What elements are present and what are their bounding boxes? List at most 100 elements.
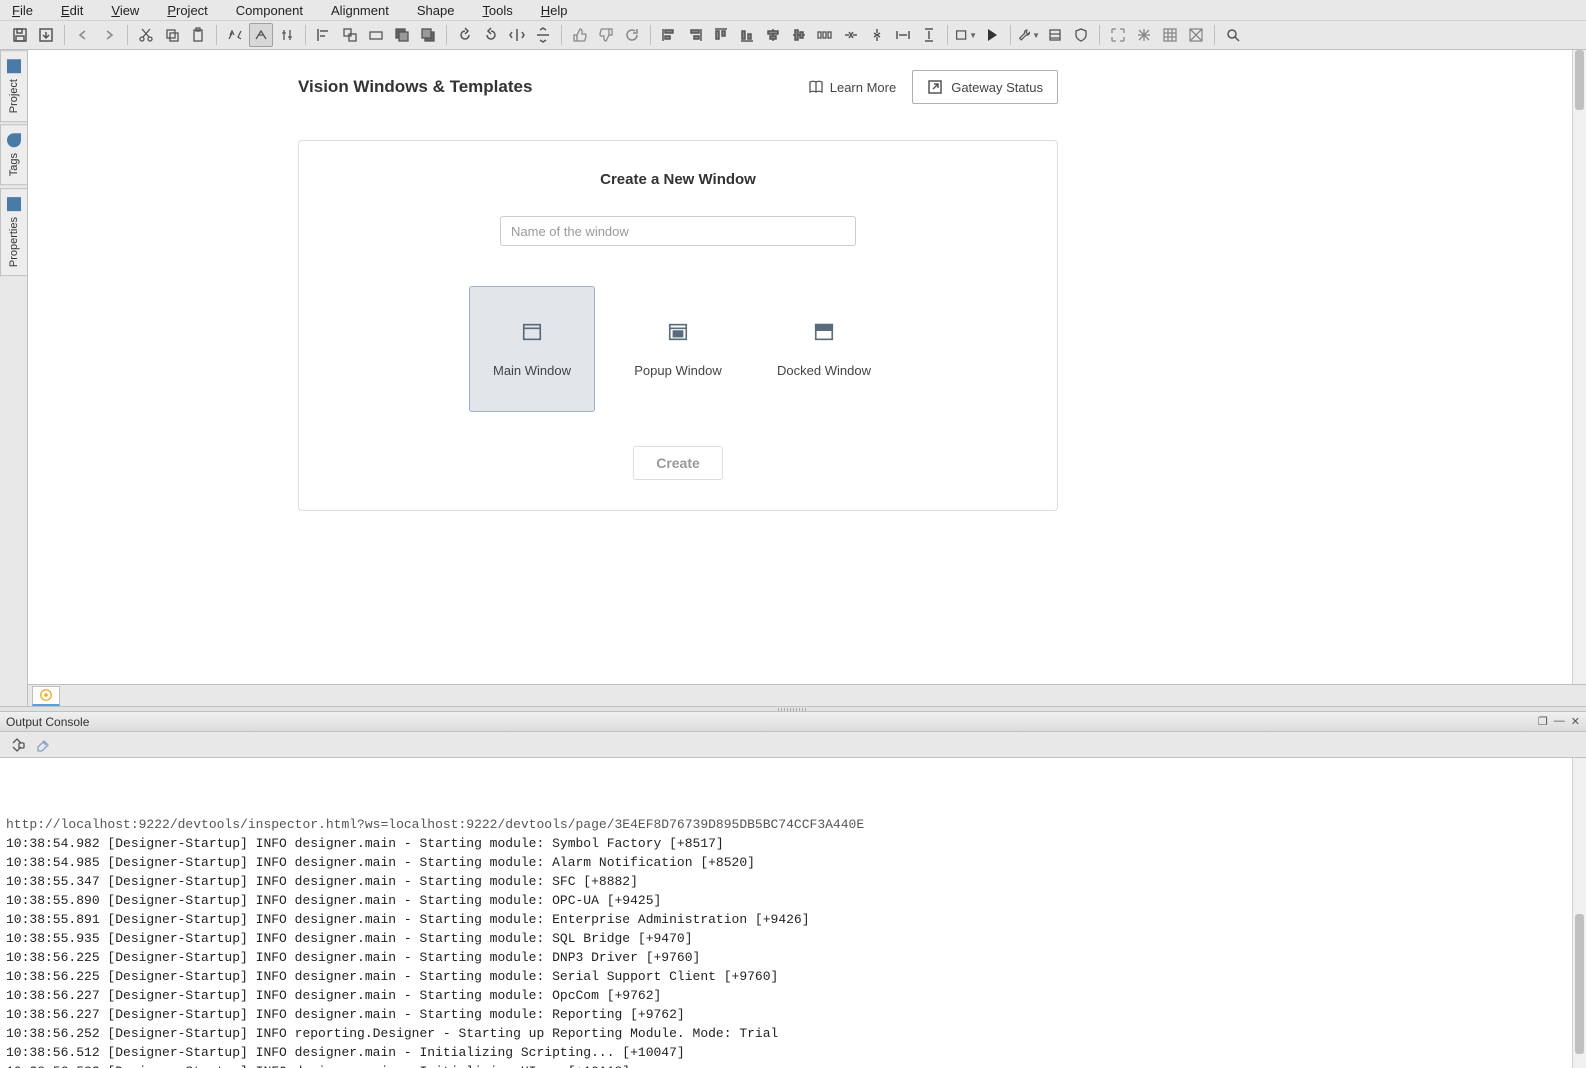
external-link-icon <box>927 79 943 95</box>
toolbar: ▼ ▼ <box>0 20 1586 50</box>
sidebar-tab-properties[interactable]: Properties <box>0 188 27 276</box>
align-right-edge-icon[interactable] <box>683 23 707 47</box>
save-icon[interactable] <box>8 23 32 47</box>
align-left-edge-icon[interactable] <box>657 23 681 47</box>
create-button[interactable]: Create <box>633 446 723 480</box>
card-title: Create a New Window <box>329 171 1027 188</box>
console-minimize-icon[interactable]: — <box>1554 715 1565 728</box>
window-type-main[interactable]: Main Window <box>469 286 595 412</box>
play-icon[interactable] <box>980 23 1004 47</box>
menu-view[interactable]: View <box>111 3 139 18</box>
workspace-tab-bar <box>28 684 1586 706</box>
shield-icon[interactable] <box>1069 23 1093 47</box>
db-icon[interactable] <box>1043 23 1067 47</box>
shape-dropdown[interactable]: ▼ <box>954 23 978 47</box>
sidebar-tab-tags[interactable]: Tags <box>0 124 27 185</box>
workspace-tab-home[interactable] <box>32 686 60 706</box>
window-type-docked[interactable]: Docked Window <box>761 286 887 412</box>
comm-mode-icon[interactable] <box>275 23 299 47</box>
menu-edit[interactable]: Edit <box>61 3 83 18</box>
group-icon[interactable] <box>338 23 362 47</box>
console-restore-icon[interactable]: ❐ <box>1538 715 1548 728</box>
menu-component[interactable]: Component <box>236 3 303 18</box>
ignition-logo-icon <box>39 688 53 702</box>
tool-dropdown[interactable]: ▼ <box>1017 23 1041 47</box>
console-line: 10:38:56.227 [Designer-Startup] INFO des… <box>6 1005 1580 1024</box>
menu-help[interactable]: Help <box>541 3 568 18</box>
create-window-card: Create a New Window Main Window Popup Wi… <box>298 140 1058 511</box>
menu-project[interactable]: Project <box>167 3 207 18</box>
zoom-icon[interactable] <box>1221 23 1245 47</box>
distribute-h-icon[interactable] <box>813 23 837 47</box>
popup-window-icon <box>667 321 689 343</box>
flip-h-icon[interactable] <box>505 23 529 47</box>
copy-icon[interactable] <box>160 23 184 47</box>
rotate-right-icon[interactable] <box>479 23 503 47</box>
center-h-icon[interactable] <box>839 23 863 47</box>
toolbar-separator <box>446 25 447 45</box>
page-title: Vision Windows & Templates <box>298 77 532 97</box>
align-center-v-icon[interactable] <box>787 23 811 47</box>
window-type-popup[interactable]: Popup Window <box>615 286 741 412</box>
stack-back-icon[interactable] <box>416 23 440 47</box>
learn-more-link[interactable]: Learn More <box>808 79 896 95</box>
same-height-icon[interactable] <box>917 23 941 47</box>
toolbar-separator <box>64 25 65 45</box>
save-all-icon[interactable] <box>34 23 58 47</box>
gateway-status-button[interactable]: Gateway Status <box>912 70 1058 104</box>
align-center-h-icon[interactable] <box>761 23 785 47</box>
read-mode-icon[interactable] <box>223 23 247 47</box>
thumb-up-icon[interactable] <box>568 23 592 47</box>
console-line: 10:38:55.890 [Designer-Startup] INFO des… <box>6 891 1580 910</box>
menu-file[interactable]: File <box>12 3 33 18</box>
tags-icon <box>7 133 21 147</box>
menu-shape[interactable]: Shape <box>417 3 455 18</box>
align-top-edge-icon[interactable] <box>709 23 733 47</box>
align-left-icon[interactable] <box>312 23 336 47</box>
sidebar-tab-project[interactable]: Project <box>0 50 27 122</box>
toolbar-separator <box>650 25 651 45</box>
console-line: 10:38:56.225 [Designer-Startup] INFO des… <box>6 967 1580 986</box>
console-scrollbar[interactable] <box>1572 758 1586 1068</box>
console-scroll-lock-icon[interactable] <box>8 736 26 754</box>
main-window-icon <box>521 321 543 343</box>
console-line: 10:38:55.347 [Designer-Startup] INFO des… <box>6 872 1580 891</box>
console-line: 10:38:54.985 [Designer-Startup] INFO des… <box>6 853 1580 872</box>
redo-icon[interactable] <box>97 23 121 47</box>
console-output[interactable]: http://localhost:9222/devtools/inspector… <box>0 758 1586 1068</box>
console-line: 10:38:56.225 [Designer-Startup] INFO des… <box>6 948 1580 967</box>
align-bottom-edge-icon[interactable] <box>735 23 759 47</box>
paste-icon[interactable] <box>186 23 210 47</box>
window-name-input[interactable] <box>500 216 856 246</box>
console-line: http://localhost:9222/devtools/inspector… <box>6 815 1580 834</box>
undo-icon[interactable] <box>71 23 95 47</box>
console-line: 10:38:56.583 [Designer-Startup] INFO des… <box>6 1062 1580 1068</box>
left-rail: Project Tags Properties <box>0 50 28 706</box>
cut-icon[interactable] <box>134 23 158 47</box>
toolbar-separator <box>1099 25 1100 45</box>
expand-icon[interactable] <box>1106 23 1130 47</box>
workspace-scrollbar[interactable] <box>1572 50 1586 684</box>
rotate-left-icon[interactable] <box>453 23 477 47</box>
console-line: 10:38:56.252 [Designer-Startup] INFO rep… <box>6 1024 1580 1043</box>
stack-icon[interactable] <box>390 23 414 47</box>
thumb-down-icon[interactable] <box>594 23 618 47</box>
ungroup-icon[interactable] <box>364 23 388 47</box>
snap-icon[interactable] <box>1132 23 1156 47</box>
refresh-icon[interactable] <box>620 23 644 47</box>
menu-tools[interactable]: Tools <box>482 3 512 18</box>
toolbar-separator <box>216 25 217 45</box>
output-console-panel: Output Console ❐ — ✕ http://localhost:92… <box>0 712 1586 1068</box>
guides-icon[interactable] <box>1184 23 1208 47</box>
same-width-icon[interactable] <box>891 23 915 47</box>
flip-v-icon[interactable] <box>531 23 555 47</box>
console-close-icon[interactable]: ✕ <box>1571 715 1580 728</box>
readwrite-mode-icon[interactable] <box>249 23 273 47</box>
docked-window-icon <box>813 321 835 343</box>
center-v-icon[interactable] <box>865 23 889 47</box>
workspace: Vision Windows & Templates Learn More Ga… <box>28 50 1586 706</box>
console-clear-icon[interactable] <box>34 736 52 754</box>
menu-alignment[interactable]: Alignment <box>331 3 389 18</box>
toolbar-separator <box>947 25 948 45</box>
grid-icon[interactable] <box>1158 23 1182 47</box>
